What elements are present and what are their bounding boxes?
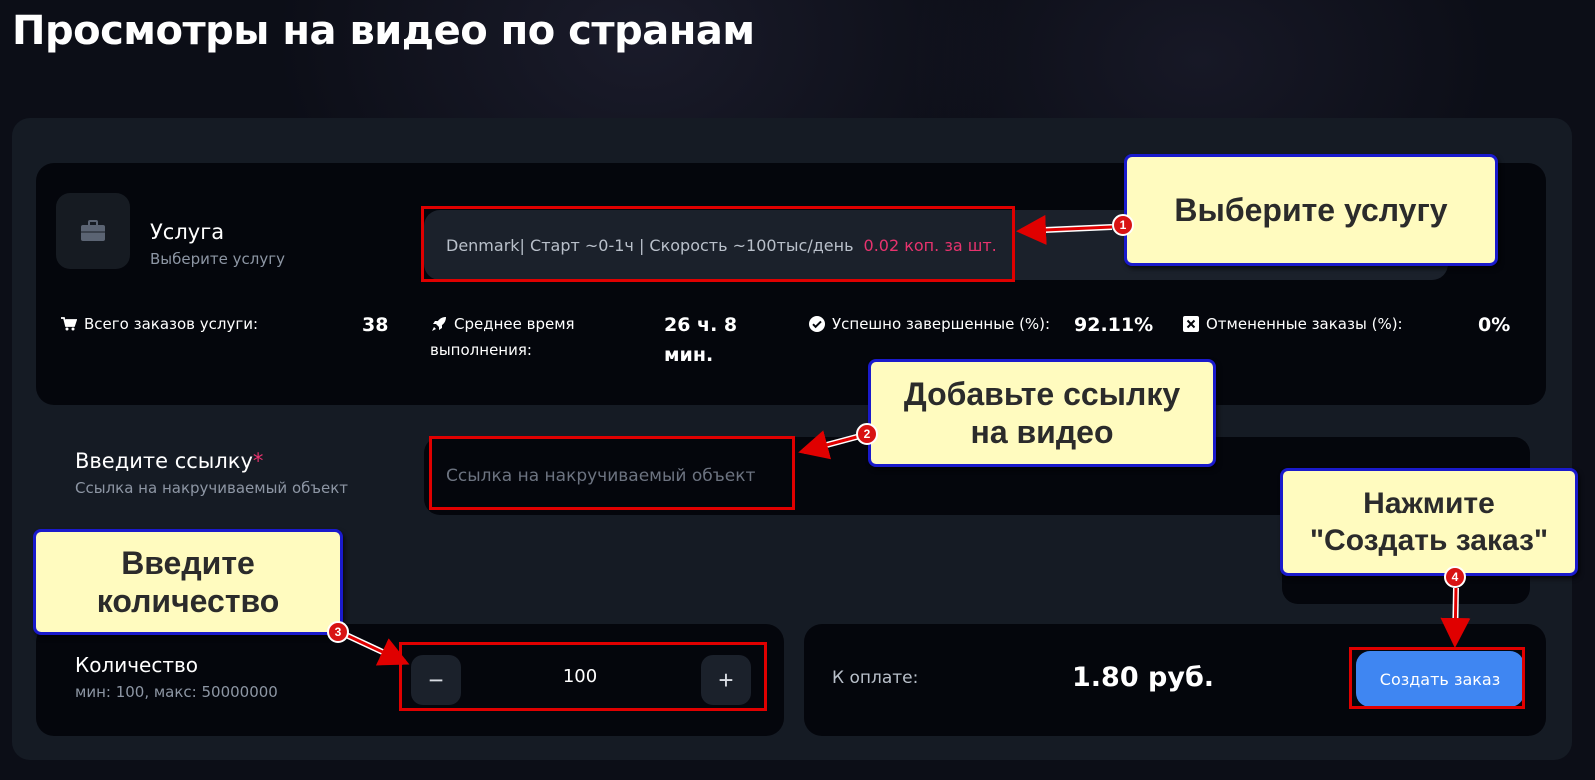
callout-create-order: Нажмите "Создать заказ" xyxy=(1280,468,1578,576)
quantity-value[interactable]: 100 xyxy=(470,666,690,687)
quantity-label: Количество xyxy=(75,653,199,677)
payment-label: К оплате: xyxy=(832,668,919,688)
service-label: Услуга xyxy=(150,220,225,244)
service-selected-name: Denmark| Старт ~0-1ч | Скорость ~100тыс/… xyxy=(446,235,854,255)
stat-canceled-value: 0% xyxy=(1478,314,1511,336)
stat-total-orders-value: 38 xyxy=(362,314,389,336)
callout-badge-1: 1 xyxy=(1112,214,1134,236)
callout-enter-quantity: Введите количество xyxy=(33,529,343,635)
callout-badge-3: 3 xyxy=(327,621,349,643)
link-label: Введите ссылку* xyxy=(75,449,264,473)
stat-total-orders: Всего заказов услуги: xyxy=(60,312,258,336)
stat-success-value: 92.11% xyxy=(1074,314,1154,336)
callout-add-link: Добавьте ссылку на видео xyxy=(868,359,1216,467)
stat-avg-time-line2: выполнения: xyxy=(430,341,532,359)
stat-avg-time-value: 26 ч. 8 xyxy=(664,314,738,336)
callout-badge-4: 4 xyxy=(1444,566,1466,588)
service-icon-box xyxy=(56,193,130,269)
quantity-decrement-button[interactable]: − xyxy=(411,655,461,705)
page-title: Просмотры на видео по странам xyxy=(12,8,755,54)
quantity-increment-button[interactable]: + xyxy=(701,655,751,705)
callout-select-service: Выберите услугу xyxy=(1124,154,1498,266)
link-sublabel: Ссылка на накручиваемый объект xyxy=(75,479,348,497)
cart-icon xyxy=(60,312,78,336)
x-square-icon xyxy=(1182,312,1200,336)
service-selected-price: 0.02 коп. за шт. xyxy=(863,235,997,255)
callout-badge-2: 2 xyxy=(856,423,878,445)
minus-icon: − xyxy=(428,664,444,695)
quantity-sublabel: мин: 100, макс: 50000000 xyxy=(75,683,278,701)
create-order-button[interactable]: Создать заказ xyxy=(1356,651,1524,707)
stat-avg-time: Среднее время xyxy=(430,312,575,336)
rocket-icon xyxy=(430,312,448,336)
check-circle-icon xyxy=(808,312,826,336)
stat-canceled: Отмененные заказы (%): xyxy=(1182,312,1403,336)
payment-value: 1.80 руб. xyxy=(1072,662,1215,693)
plus-icon: + xyxy=(718,664,734,695)
required-mark: * xyxy=(252,449,264,473)
briefcase-icon xyxy=(81,220,105,241)
stat-avg-time-value-line2: мин. xyxy=(664,344,714,366)
stat-success: Успешно завершенные (%): xyxy=(808,312,1050,336)
service-sublabel: Выберите услугу xyxy=(150,250,285,268)
